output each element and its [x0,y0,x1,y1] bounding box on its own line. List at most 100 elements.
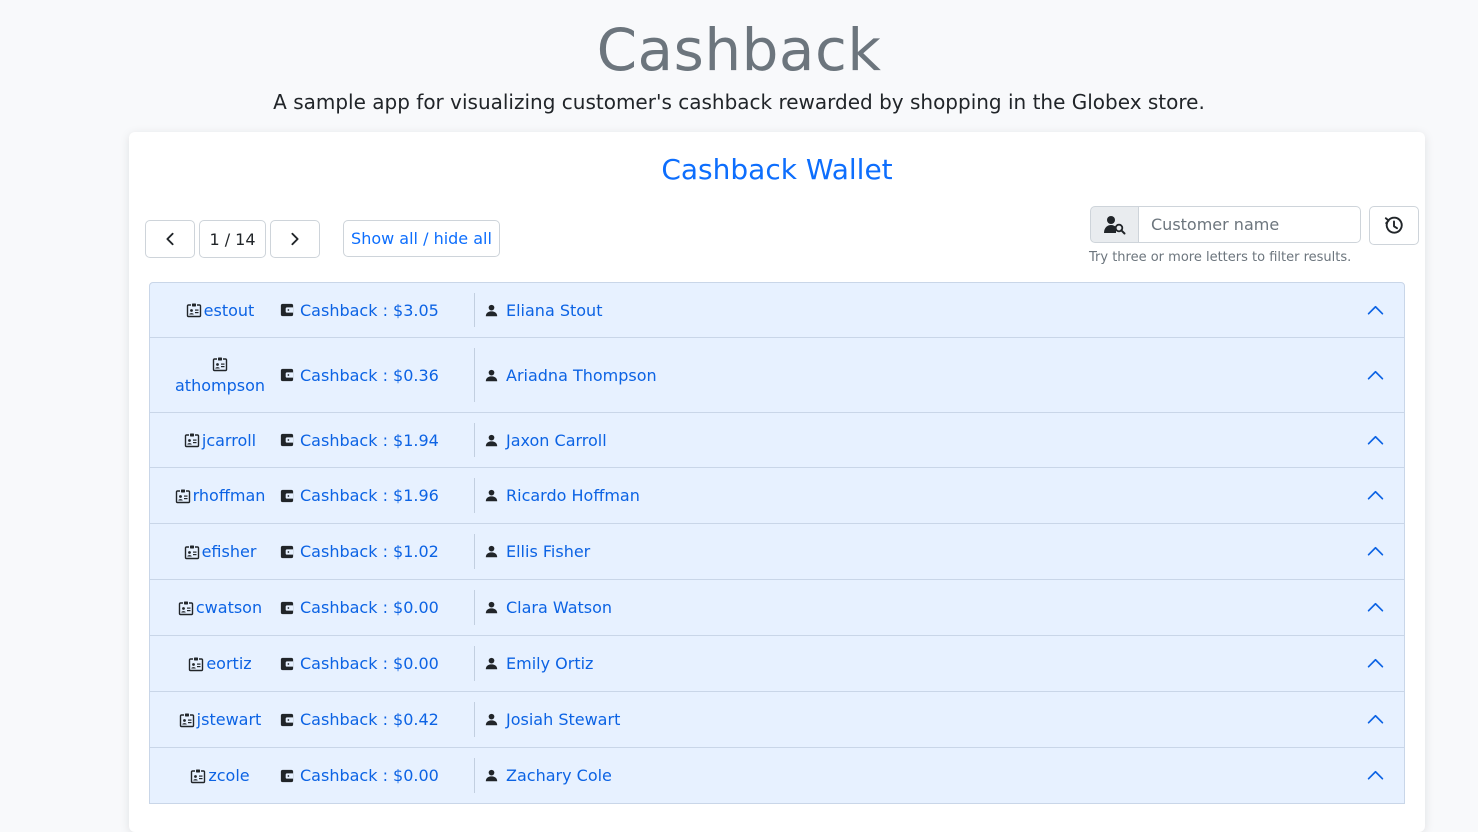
wallet-icon [280,713,294,726]
row-toggle[interactable] [1367,468,1384,523]
row-toggle[interactable] [1367,524,1384,579]
id-badge-icon [191,769,206,783]
username-text: athompson [174,375,265,395]
row-toggle[interactable] [1367,338,1384,412]
username-text: rhoffman [192,486,266,505]
cashback-text: Cashback : $1.02 [300,542,439,561]
id-badge-icon [179,713,194,727]
person-icon [485,545,498,558]
wallet-title: Cashback Wallet [661,153,893,186]
refresh-button[interactable] [1369,206,1419,245]
cashback-row[interactable]: jcarroll Cashback : $1.94 Jaxon Carroll [149,413,1405,468]
search-hint: Try three or more letters to filter resu… [1089,250,1352,265]
chevron-up-icon [1367,546,1384,556]
wallet-icon [280,433,294,447]
username-text: estout [203,300,255,320]
customer-full-name: Clara Watson [474,590,612,625]
customer-full-name: Ellis Fisher [474,534,590,569]
cashback-row[interactable]: efisher Cashback : $1.02 Ellis Fisher [149,524,1405,580]
person-icon [485,489,498,502]
person-search-icon [1103,215,1125,234]
row-toggle[interactable] [1367,283,1384,337]
id-badge-icon [189,657,204,671]
cashback-text: Cashback : $0.00 [300,766,439,785]
customer-username: zcole [150,748,290,803]
page-title: Cashback [596,16,882,84]
chevron-up-icon [1367,305,1384,315]
cashback-text: Cashback : $1.94 [300,430,439,450]
cashback-text: Cashback : $1.96 [300,486,439,505]
id-badge-icon [212,357,228,371]
cashback-text: Cashback : $0.42 [300,710,439,729]
cashback-amount: Cashback : $0.00 [280,748,474,803]
wallet-icon [280,545,294,558]
prev-page-button[interactable] [145,220,195,258]
username-text: zcole [208,766,250,785]
person-icon [485,769,498,782]
row-toggle[interactable] [1367,692,1384,747]
full-name-text: Eliana Stout [506,300,603,320]
wallet-icon [280,769,294,782]
person-icon [485,434,498,446]
chevron-up-icon [1367,435,1384,445]
customer-username: estout [150,283,290,337]
customer-name-input[interactable] [1139,206,1361,243]
row-toggle[interactable] [1367,636,1384,691]
cashback-row[interactable]: cwatson Cashback : $0.00 Clara Watson [149,580,1405,636]
cashback-row[interactable]: estout Cashback : $3.05 Eliana Stout [149,282,1405,338]
person-icon [485,369,498,381]
username-text: jstewart [196,710,262,729]
cashback-row[interactable]: athompson Cashback : $0.36 Ariadna Thomp… [149,338,1405,413]
id-badge-icon [184,433,200,448]
cashback-list: estout Cashback : $3.05 Eliana Stout ath… [149,282,1405,804]
full-name-text: Jaxon Carroll [506,430,607,450]
person-icon [485,601,498,614]
cashback-amount: Cashback : $0.42 [280,692,474,747]
row-toggle[interactable] [1367,413,1384,467]
person-icon [485,657,498,670]
customer-username: eortiz [150,636,290,691]
full-name-text: Ariadna Thompson [506,365,657,385]
customer-username: efisher [150,524,290,579]
cashback-row[interactable]: jstewart Cashback : $0.42 Josiah Stewart [149,692,1405,748]
full-name-text: Clara Watson [506,598,613,617]
full-name-text: Josiah Stewart [506,710,621,729]
cashback-text: Cashback : $0.36 [300,365,439,385]
row-toggle[interactable] [1367,748,1384,803]
chevron-left-icon [166,232,174,246]
chevron-up-icon [1367,602,1384,612]
customer-username: cwatson [150,580,290,635]
id-badge-icon [184,545,199,559]
full-name-text: Ricardo Hoffman [506,486,640,505]
cashback-amount: Cashback : $3.05 [280,283,474,337]
chevron-up-icon [1367,658,1384,668]
show-all-hide-all-button[interactable]: Show all / hide all [343,220,500,257]
person-icon [485,713,498,726]
next-page-button[interactable] [270,220,320,258]
customer-full-name: Emily Ortiz [474,646,593,681]
cashback-text: Cashback : $3.05 [300,300,439,320]
row-toggle[interactable] [1367,580,1384,635]
cashback-amount: Cashback : $1.96 [280,468,474,523]
customer-username: jstewart [150,692,290,747]
cashback-row[interactable]: eortiz Cashback : $0.00 Emily Ortiz [149,636,1405,692]
wallet-icon [280,601,294,614]
cashback-amount: Cashback : $1.94 [280,413,474,467]
customer-username: athompson [150,338,290,412]
cashback-text: Cashback : $0.00 [300,598,439,617]
cashback-amount: Cashback : $1.02 [280,524,474,579]
customer-full-name: Eliana Stout [474,293,602,327]
customer-full-name: Ricardo Hoffman [474,478,640,513]
customer-username: rhoffman [150,468,290,523]
cashback-text: Cashback : $0.00 [300,654,439,673]
chevron-up-icon [1367,714,1384,724]
username-text: eortiz [206,654,252,673]
full-name-text: Emily Ortiz [506,654,594,673]
refresh-clock-icon [1384,216,1403,234]
chevron-right-icon [291,232,299,246]
cashback-row[interactable]: zcole Cashback : $0.00 Zachary Cole [149,748,1405,804]
full-name-text: Ellis Fisher [506,542,591,561]
cashback-row[interactable]: rhoffman Cashback : $1.96 Ricardo Hoffma… [149,468,1405,524]
wallet-icon [280,489,294,502]
customer-full-name: Jaxon Carroll [474,423,607,457]
